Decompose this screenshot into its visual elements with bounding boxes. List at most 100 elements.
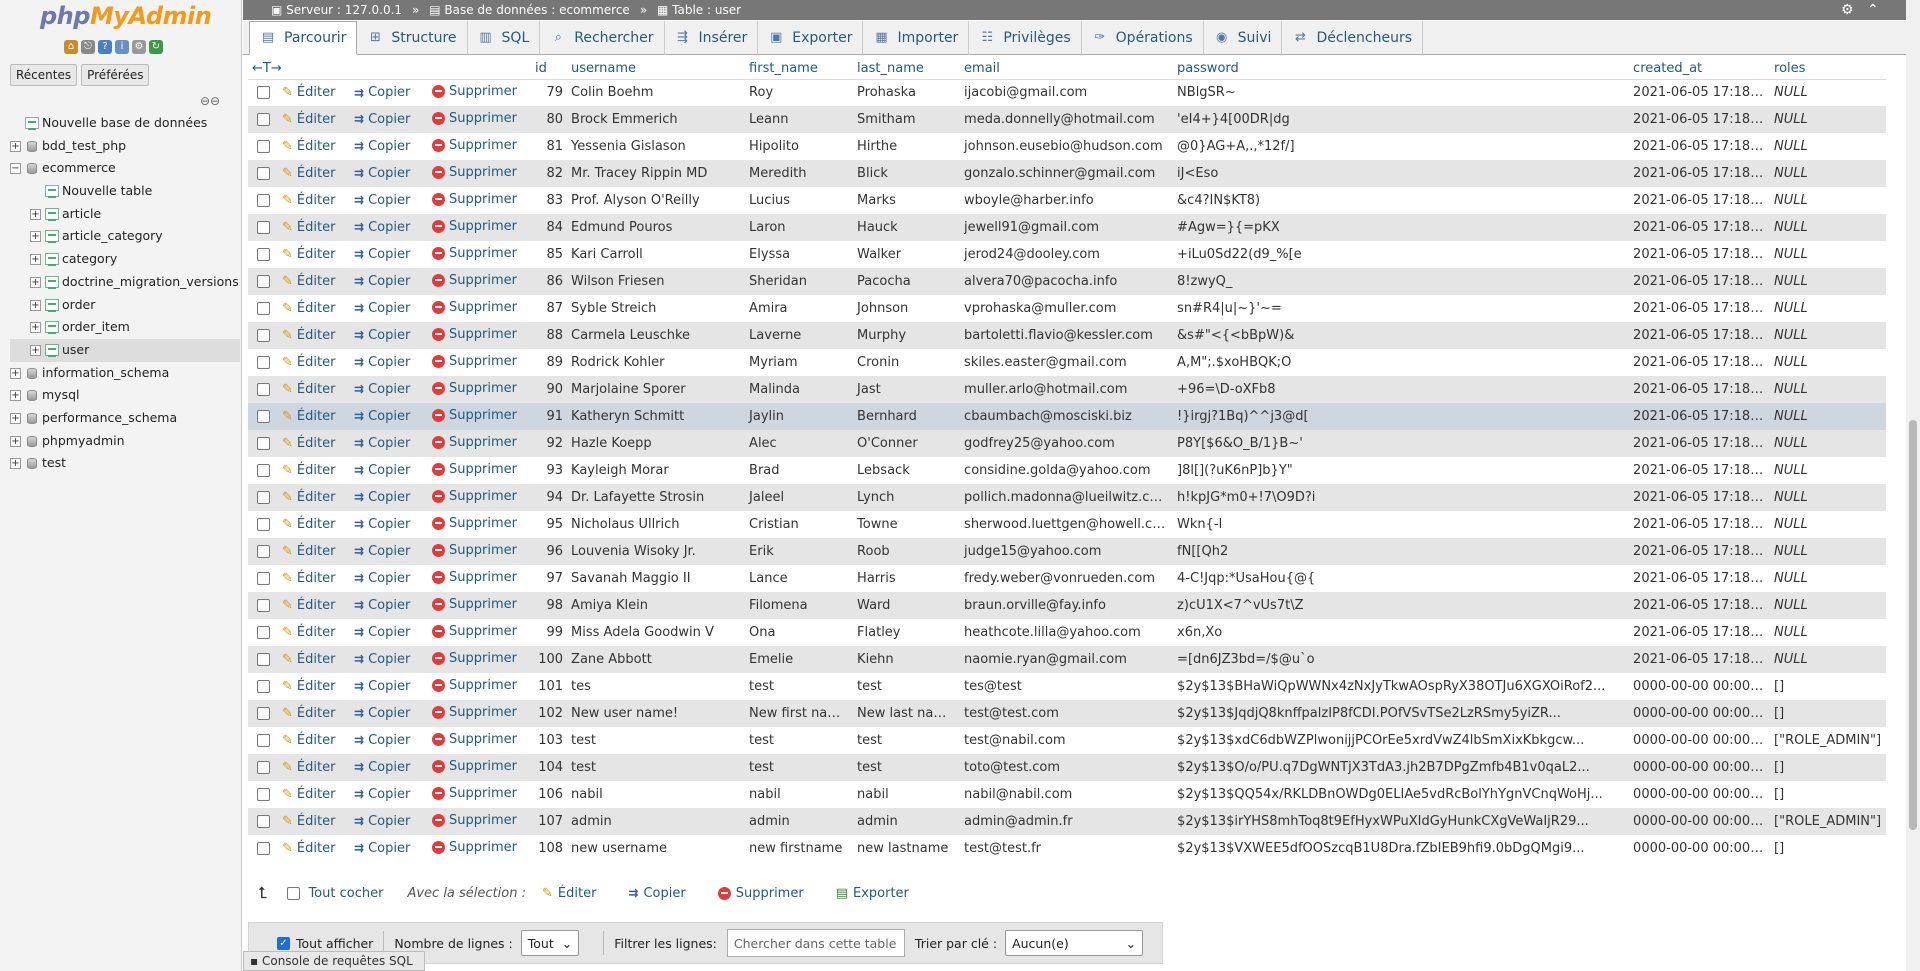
cell-id[interactable]: 107 <box>531 808 568 835</box>
cell-first-name[interactable]: nabil <box>745 781 854 808</box>
cell-password[interactable]: $2y$13$QQ54x/RKLDBnOWDg0ELIAe5vdRcBolYhY… <box>1173 781 1630 808</box>
cell-email[interactable]: muller.arlo@hotmail.com <box>960 376 1174 403</box>
cell-roles[interactable]: NULL <box>1770 214 1887 241</box>
cell-id[interactable]: 89 <box>531 349 568 376</box>
bulk-edit-button[interactable]: ✎ Éditer <box>542 886 596 901</box>
cell-password[interactable]: 8!zwyQ_ <box>1173 268 1630 295</box>
cell-last-name[interactable]: O'Conner <box>853 430 961 457</box>
tab-ins-rer[interactable]: ⇶ Insérer <box>665 21 759 55</box>
expand-icon[interactable]: + <box>30 344 41 356</box>
delete-row-button[interactable]: Supprimer <box>432 570 517 585</box>
cell-last-name[interactable]: Ward <box>853 592 961 619</box>
cell-id[interactable]: 101 <box>531 673 568 700</box>
cell-last-name[interactable]: test <box>853 673 961 700</box>
cell-first-name[interactable]: Roy <box>745 79 854 106</box>
delete-row-button[interactable]: Supprimer <box>432 732 517 747</box>
table-row[interactable]: ✎ Éditer ⇉ Copier Supprimer 101 tes test test tes… <box>248 673 1887 700</box>
cell-email[interactable]: test@test.fr <box>960 835 1174 862</box>
cell-created-at[interactable]: 2021-06-05 17:18:54 <box>1629 565 1771 592</box>
table-row[interactable]: ✎ Éditer ⇉ Copier Supprimer 93 Kayleigh Morar B… <box>248 457 1887 484</box>
cell-password[interactable]: $2y$13$O/o/PU.q7DgWNTjX3TdA3.jh2B7DPgZmf… <box>1173 754 1630 781</box>
copy-row-button[interactable]: ⇉ Copier <box>354 463 410 478</box>
column-header-username[interactable]: username <box>567 59 746 80</box>
cell-username[interactable]: Kayleigh Morar <box>567 457 746 484</box>
expand-icon[interactable]: + <box>30 231 41 243</box>
row-checkbox[interactable] <box>256 491 270 504</box>
delete-row-button[interactable]: Supprimer <box>432 597 517 612</box>
exit-icon[interactable]: ⎋ <box>81 40 95 54</box>
edit-row-button[interactable]: ✎ Éditer <box>282 517 335 532</box>
expand-icon[interactable]: + <box>30 299 41 311</box>
edit-row-button[interactable]: ✎ Éditer <box>282 706 335 721</box>
table-row[interactable]: ✎ Éditer ⇉ Copier Supprimer 90 Marjolaine Spor… <box>248 376 1887 403</box>
cell-roles[interactable]: NULL <box>1770 403 1887 430</box>
row-checkbox[interactable] <box>256 653 270 666</box>
copy-row-button[interactable]: ⇉ Copier <box>354 814 410 829</box>
home-icon[interactable]: ⌂ <box>64 40 78 54</box>
row-checkbox[interactable] <box>256 788 270 801</box>
cell-created-at[interactable]: 0000-00-00 00:00:00 <box>1629 781 1771 808</box>
check-all-checkbox[interactable] <box>287 886 301 900</box>
delete-row-button[interactable]: Supprimer <box>432 138 517 153</box>
cell-roles[interactable]: NULL <box>1770 646 1887 673</box>
cell-roles[interactable]: [] <box>1770 673 1887 700</box>
expand-icon[interactable]: + <box>10 458 21 470</box>
edit-row-button[interactable]: ✎ Éditer <box>282 679 335 694</box>
cell-email[interactable]: pollich.madonna@lueilwitz.com <box>960 484 1174 511</box>
cell-first-name[interactable]: Erik <box>745 538 854 565</box>
edit-row-button[interactable]: ✎ Éditer <box>282 463 335 478</box>
bulk-copy-button[interactable]: ⇉ Copier <box>628 886 685 901</box>
cell-created-at[interactable]: 2021-06-05 17:18:54 <box>1629 295 1771 322</box>
cell-created-at[interactable]: 2021-06-05 17:18:54 <box>1629 214 1771 241</box>
expand-icon[interactable]: + <box>30 322 41 334</box>
expand-icon[interactable]: + <box>10 435 21 447</box>
edit-row-button[interactable]: ✎ Éditer <box>282 193 335 208</box>
link-icon[interactable]: ⊖⊖ <box>200 94 220 108</box>
reload-icon[interactable]: ↻ <box>149 40 163 54</box>
cell-created-at[interactable]: 2021-06-05 17:18:54 <box>1629 646 1771 673</box>
cell-first-name[interactable]: Meredith <box>745 160 854 187</box>
cell-id[interactable]: 81 <box>531 133 568 160</box>
cell-password[interactable]: =[dn6JZ3bd=/$@u`o <box>1173 646 1630 673</box>
cell-created-at[interactable]: 2021-06-05 17:18:54 <box>1629 160 1771 187</box>
cell-last-name[interactable]: Jast <box>853 376 961 403</box>
cell-roles[interactable]: NULL <box>1770 538 1887 565</box>
cell-id[interactable]: 80 <box>531 106 568 133</box>
row-checkbox[interactable] <box>256 356 270 369</box>
cell-id[interactable]: 79 <box>531 79 568 106</box>
table-row[interactable]: ✎ Éditer ⇉ Copier Supprimer 103 test test test te… <box>248 727 1887 754</box>
column-toggle[interactable]: ←T→ <box>248 59 532 80</box>
cell-last-name[interactable]: test <box>853 727 961 754</box>
copy-row-button[interactable]: ⇉ Copier <box>354 841 410 856</box>
tree-item-bdd-test-php[interactable]: + bdd_test_php <box>10 135 240 158</box>
expand-icon[interactable]: + <box>30 208 41 220</box>
cell-id[interactable]: 95 <box>531 511 568 538</box>
cell-password[interactable]: iJ<Eso <box>1173 160 1630 187</box>
row-checkbox[interactable] <box>256 572 270 585</box>
cell-password[interactable]: Wkn{-l <box>1173 511 1630 538</box>
recent-tab[interactable]: Récentes <box>10 64 78 86</box>
column-header-last-name[interactable]: last_name <box>853 59 961 80</box>
check-all-label[interactable]: Tout cocher <box>308 886 383 901</box>
tree-item-doctrine-migration-versions[interactable]: + doctrine_migration_versions <box>10 271 240 294</box>
cell-username[interactable]: Kari Carroll <box>567 241 746 268</box>
edit-row-button[interactable]: ✎ Éditer <box>282 733 335 748</box>
copy-row-button[interactable]: ⇉ Copier <box>354 787 410 802</box>
cell-password[interactable]: +iLu0Sd22(d9_%[e <box>1173 241 1630 268</box>
row-checkbox[interactable] <box>256 518 270 531</box>
bulk-delete-button[interactable]: Supprimer <box>717 886 804 901</box>
table-row[interactable]: ✎ Éditer ⇉ Copier Supprimer 80 Brock Emmerich L… <box>248 106 1887 133</box>
expand-icon[interactable]: + <box>30 276 41 288</box>
docs-icon[interactable]: i <box>115 40 129 54</box>
cell-username[interactable]: Savanah Maggio II <box>567 565 746 592</box>
cell-last-name[interactable]: test <box>853 754 961 781</box>
cell-last-name[interactable]: New last name! <box>853 700 961 727</box>
row-checkbox[interactable] <box>256 761 270 774</box>
delete-row-button[interactable]: Supprimer <box>432 489 517 504</box>
cell-first-name[interactable]: admin <box>745 808 854 835</box>
gear-icon[interactable]: ⚙ <box>1841 0 1854 20</box>
cell-created-at[interactable]: 2021-06-05 17:18:54 <box>1629 538 1771 565</box>
copy-row-button[interactable]: ⇉ Copier <box>354 382 410 397</box>
row-checkbox[interactable] <box>256 626 270 639</box>
table-row[interactable]: ✎ Éditer ⇉ Copier Supprimer 108 new username ne… <box>248 835 1887 862</box>
